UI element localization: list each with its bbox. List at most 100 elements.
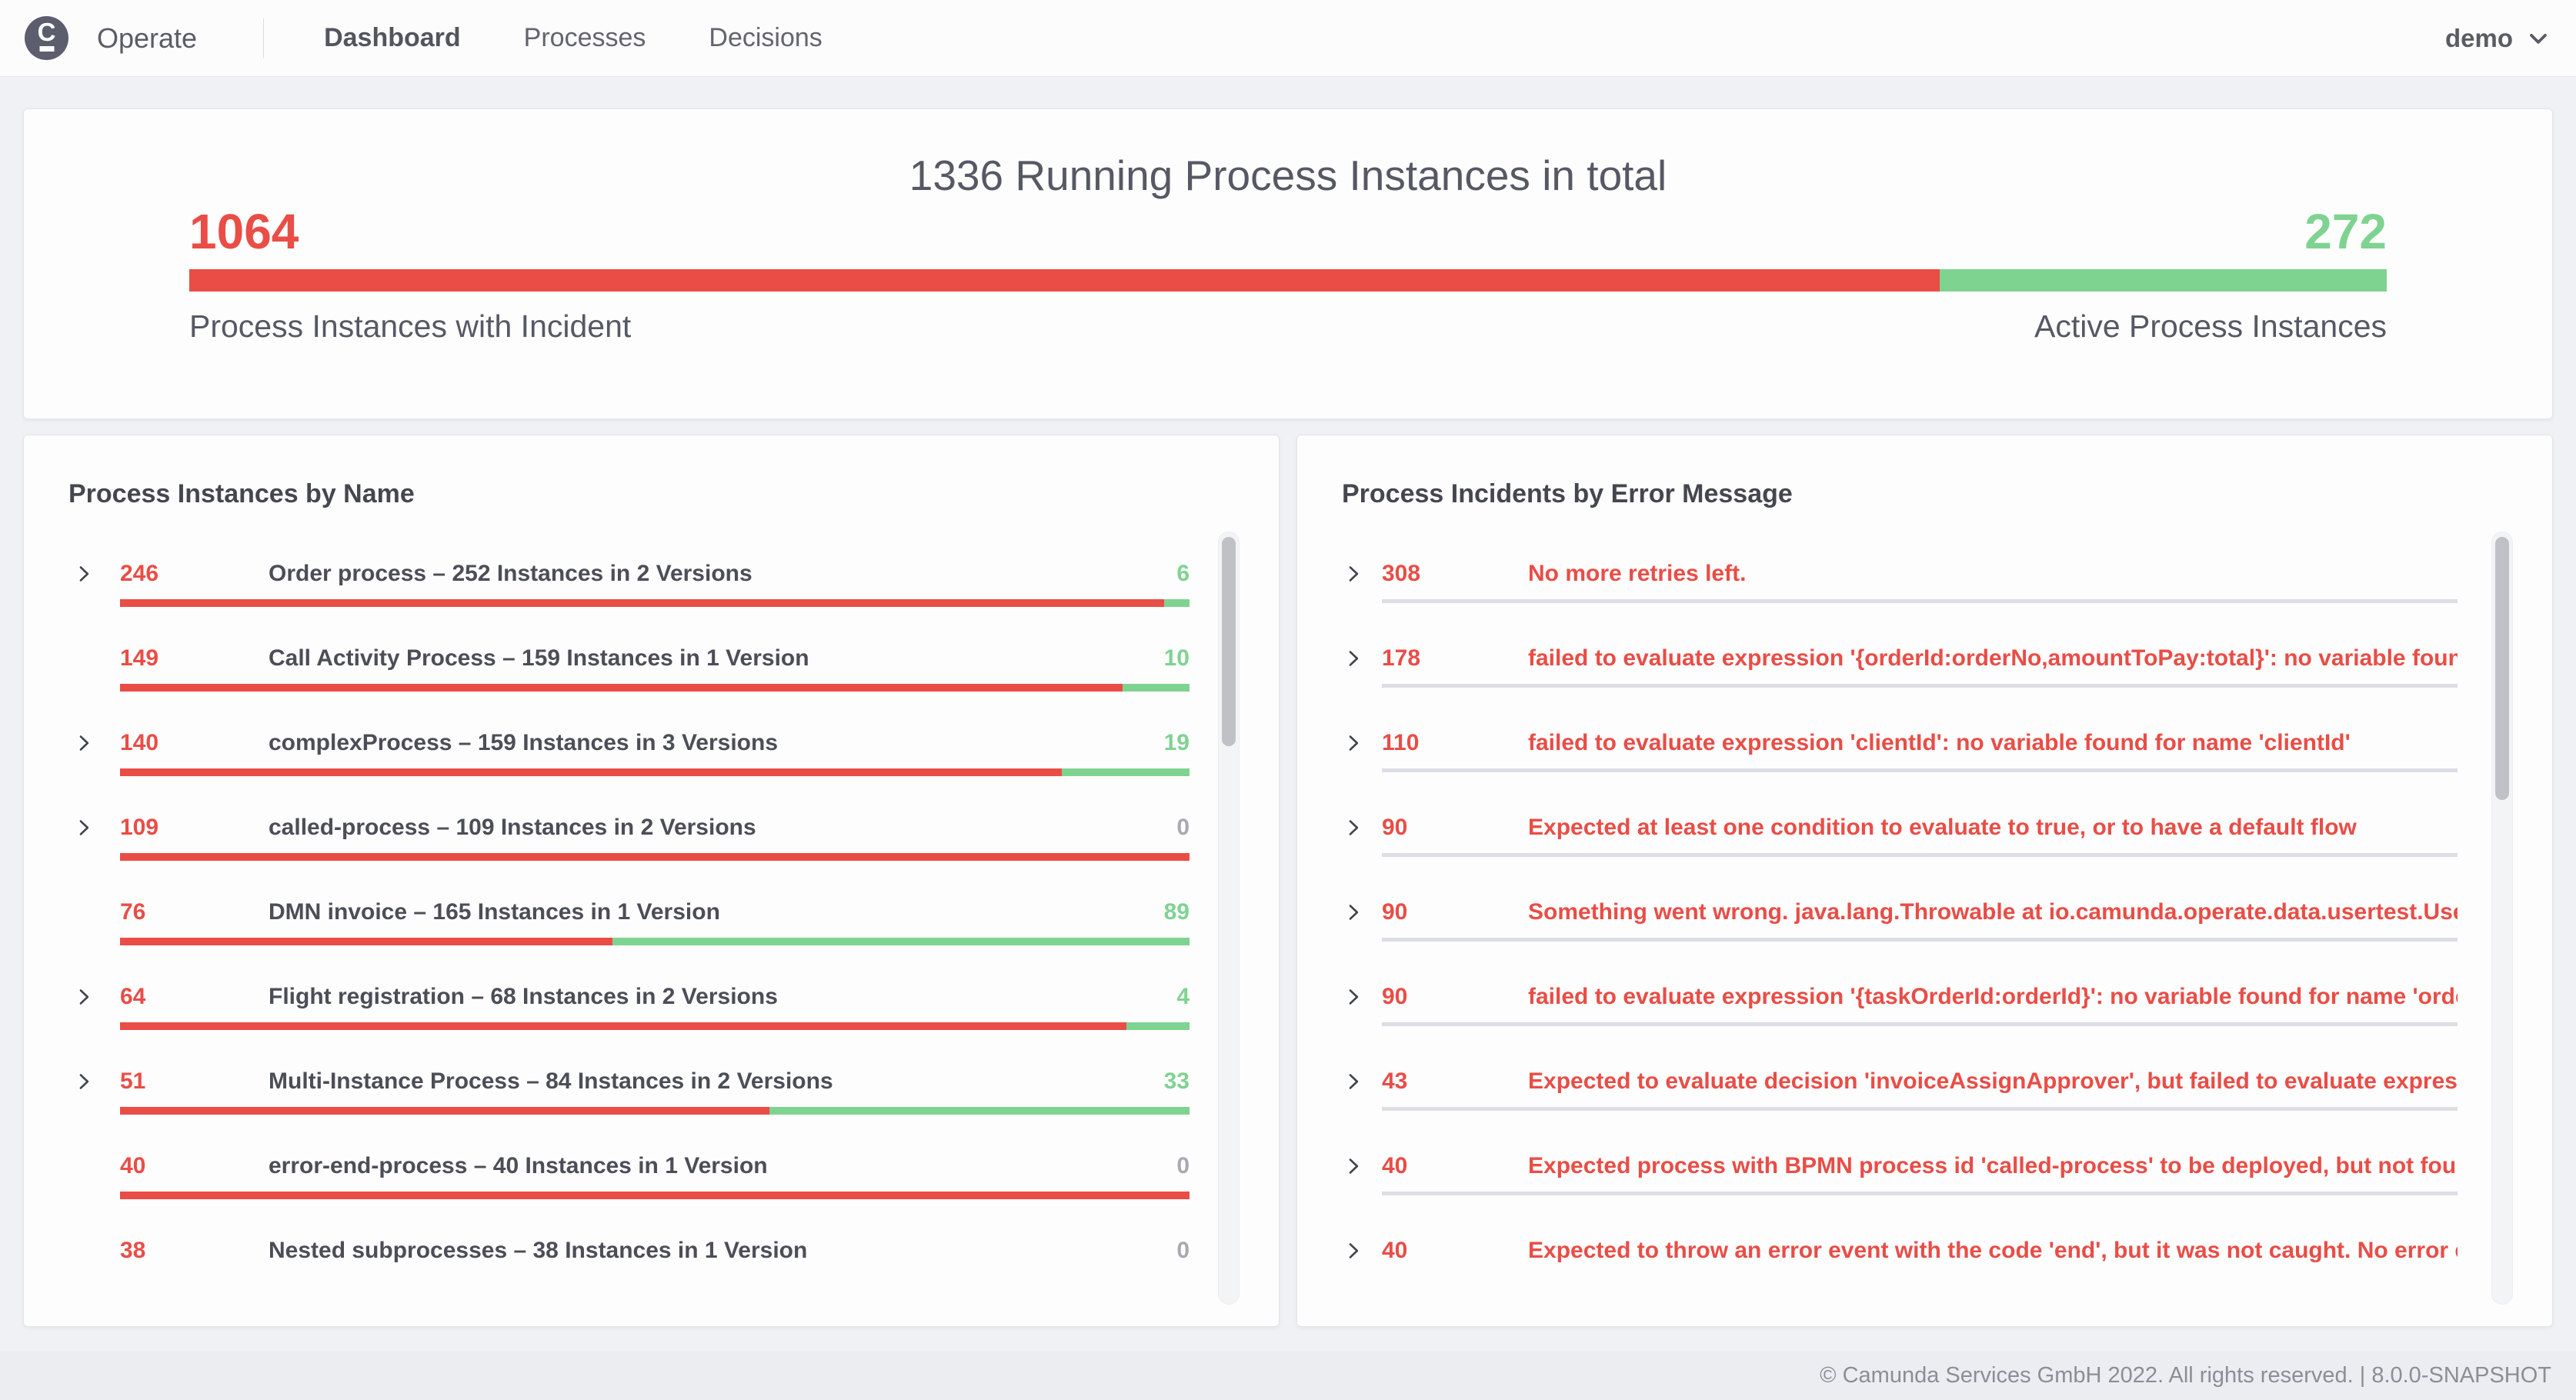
expand-chevron-icon[interactable] <box>1343 1156 1382 1176</box>
expand-chevron-icon[interactable] <box>1343 733 1382 753</box>
instances-ratio-bar <box>120 938 1190 945</box>
incident-error-row[interactable]: 178 failed to evaluate expression '{order… <box>1343 616 2458 701</box>
active-count[interactable]: 0 <box>1176 1238 1190 1264</box>
incident-count[interactable]: 76 <box>120 899 269 925</box>
expand-chevron-icon[interactable] <box>74 1072 120 1092</box>
camunda-logo-icon[interactable]: C <box>25 16 68 60</box>
expand-chevron-icon[interactable] <box>1343 818 1382 838</box>
active-total-count[interactable]: 272 <box>2304 205 2387 259</box>
expand-chevron-icon[interactable] <box>74 733 120 753</box>
row-divider <box>1382 684 2458 688</box>
process-instance-row[interactable]: 109 called-process – 109 Instances in 2 V… <box>74 785 1190 870</box>
expand-chevron-icon[interactable] <box>74 564 120 584</box>
incident-count[interactable]: 149 <box>120 645 269 672</box>
error-message[interactable]: Expected to evaluate decision 'invoiceAs… <box>1528 1068 2458 1095</box>
nav-tabs: Dashboard Processes Decisions <box>324 23 886 53</box>
incident-error-row[interactable]: 40 Expected to throw an error event with … <box>1343 1208 2458 1272</box>
error-message[interactable]: failed to evaluate expression '{taskOrde… <box>1528 984 2458 1010</box>
process-instance-row[interactable]: 64 Flight registration – 68 Instances in … <box>74 955 1190 1039</box>
scrollbar-thumb[interactable] <box>2495 537 2509 800</box>
process-name[interactable]: complexProcess – 159 Instances in 3 Vers… <box>269 730 1164 756</box>
process-name[interactable]: error-end-process – 40 Instances in 1 Ve… <box>269 1153 1176 1179</box>
incident-error-row[interactable]: 40 Expected process with BPMN process id … <box>1343 1124 2458 1208</box>
process-instance-row[interactable]: 140 complexProcess – 159 Instances in 3 V… <box>74 701 1190 785</box>
incident-count[interactable]: 178 <box>1382 645 1528 672</box>
user-menu[interactable]: demo <box>2445 24 2550 53</box>
expand-chevron-icon[interactable] <box>1343 564 1382 584</box>
expand-chevron-icon[interactable] <box>1343 987 1382 1007</box>
process-instance-row[interactable]: 40 error-end-process – 40 Instances in 1 … <box>74 1124 1190 1208</box>
incident-error-row[interactable]: 308 No more retries left. <box>1343 532 2458 616</box>
incident-count[interactable]: 246 <box>120 561 269 587</box>
expand-chevron-icon[interactable] <box>1343 1241 1382 1261</box>
process-instance-row[interactable]: 246 Order process – 252 Instances in 2 Ve… <box>74 532 1190 616</box>
incident-count[interactable]: 51 <box>120 1068 269 1095</box>
active-count[interactable]: 6 <box>1176 561 1190 587</box>
incident-count[interactable]: 90 <box>1382 984 1528 1010</box>
incident-count[interactable]: 40 <box>1382 1153 1528 1179</box>
row-divider <box>1382 599 2458 603</box>
scrollbar-track[interactable] <box>1218 532 1240 1305</box>
error-message[interactable]: failed to evaluate expression '{orderId:… <box>1528 645 2458 672</box>
incident-count[interactable]: 109 <box>120 815 269 841</box>
active-count[interactable]: 0 <box>1176 1153 1190 1179</box>
process-instance-row[interactable]: 149 Call Activity Process – 159 Instances… <box>74 616 1190 701</box>
incident-count[interactable]: 308 <box>1382 561 1528 587</box>
process-name[interactable]: Flight registration – 68 Instances in 2 … <box>269 984 1176 1010</box>
active-count[interactable]: 33 <box>1164 1068 1190 1095</box>
incident-count[interactable]: 110 <box>1382 730 1528 756</box>
active-count[interactable]: 4 <box>1176 984 1190 1010</box>
process-name[interactable]: Nested subprocesses – 38 Instances in 1 … <box>269 1238 1176 1264</box>
active-count[interactable]: 10 <box>1164 645 1190 672</box>
active-count[interactable]: 19 <box>1164 730 1190 756</box>
process-name[interactable]: DMN invoice – 165 Instances in 1 Version <box>269 899 1164 925</box>
active-count[interactable]: 89 <box>1164 899 1190 925</box>
process-name[interactable]: Order process – 252 Instances in 2 Versi… <box>269 561 1176 587</box>
incidents-list: 308 No more retries left. 178 failed to eva… <box>1343 532 2458 1272</box>
process-name[interactable]: Call Activity Process – 159 Instances in… <box>269 645 1164 672</box>
expand-chevron-icon[interactable] <box>1343 1072 1382 1092</box>
active-count[interactable]: 0 <box>1176 815 1190 841</box>
scrollbar-thumb[interactable] <box>1222 537 1236 746</box>
incident-count[interactable]: 90 <box>1382 815 1528 841</box>
error-message[interactable]: Expected process with BPMN process id 'c… <box>1528 1153 2458 1179</box>
expand-chevron-icon[interactable] <box>1343 648 1382 668</box>
incidents-bar-segment <box>189 269 1940 292</box>
incident-error-row[interactable]: 43 Expected to evaluate decision 'invoice… <box>1343 1039 2458 1124</box>
incident-error-row[interactable]: 90 Expected at least one condition to eva… <box>1343 785 2458 870</box>
process-name[interactable]: called-process – 109 Instances in 2 Vers… <box>269 815 1176 841</box>
process-instance-row[interactable]: 76 DMN invoice – 165 Instances in 1 Versi… <box>74 870 1190 955</box>
process-instance-row[interactable]: 38 Nested subprocesses – 38 Instances in … <box>74 1208 1190 1272</box>
tab-dashboard[interactable]: Dashboard <box>324 23 461 53</box>
incident-error-row[interactable]: 90 failed to evaluate expression '{taskOr… <box>1343 955 2458 1039</box>
scrollbar-track[interactable] <box>2491 532 2513 1305</box>
error-message[interactable]: Something went wrong. java.lang.Throwabl… <box>1528 899 2458 925</box>
expand-chevron-icon[interactable] <box>1343 902 1382 922</box>
error-message[interactable]: Expected to throw an error event with th… <box>1528 1238 2458 1264</box>
incident-count[interactable]: 40 <box>1382 1238 1528 1264</box>
process-instance-row[interactable]: 51 Multi-Instance Process – 84 Instances … <box>74 1039 1190 1124</box>
instances-ratio-bar <box>120 1022 1190 1030</box>
instances-ratio-bar <box>120 768 1190 776</box>
tab-decisions[interactable]: Decisions <box>709 23 822 53</box>
incident-error-row[interactable]: 90 Something went wrong. java.lang.Throwa… <box>1343 870 2458 955</box>
expand-chevron-icon[interactable] <box>74 818 120 838</box>
incident-count[interactable]: 43 <box>1382 1068 1528 1095</box>
incident-count[interactable]: 64 <box>120 984 269 1010</box>
incident-count[interactable]: 90 <box>1382 899 1528 925</box>
error-message[interactable]: No more retries left. <box>1528 561 2458 587</box>
incident-error-row[interactable]: 110 failed to evaluate expression 'client… <box>1343 701 2458 785</box>
row-divider <box>1382 768 2458 772</box>
instances-list: 246 Order process – 252 Instances in 2 Ve… <box>74 532 1190 1272</box>
incident-count[interactable]: 140 <box>120 730 269 756</box>
incident-count[interactable]: 40 <box>120 1153 269 1179</box>
error-message[interactable]: Expected at least one condition to evalu… <box>1528 815 2458 841</box>
tab-processes[interactable]: Processes <box>524 23 646 53</box>
incident-count[interactable]: 38 <box>120 1238 269 1264</box>
process-name[interactable]: Multi-Instance Process – 84 Instances in… <box>269 1068 1164 1095</box>
instances-ratio-bar <box>120 1107 1190 1115</box>
incidents-total-count[interactable]: 1064 <box>189 205 299 259</box>
metric-title: 1336 Running Process Instances in total <box>909 152 1667 199</box>
expand-chevron-icon[interactable] <box>74 987 120 1007</box>
error-message[interactable]: failed to evaluate expression 'clientId'… <box>1528 730 2458 756</box>
